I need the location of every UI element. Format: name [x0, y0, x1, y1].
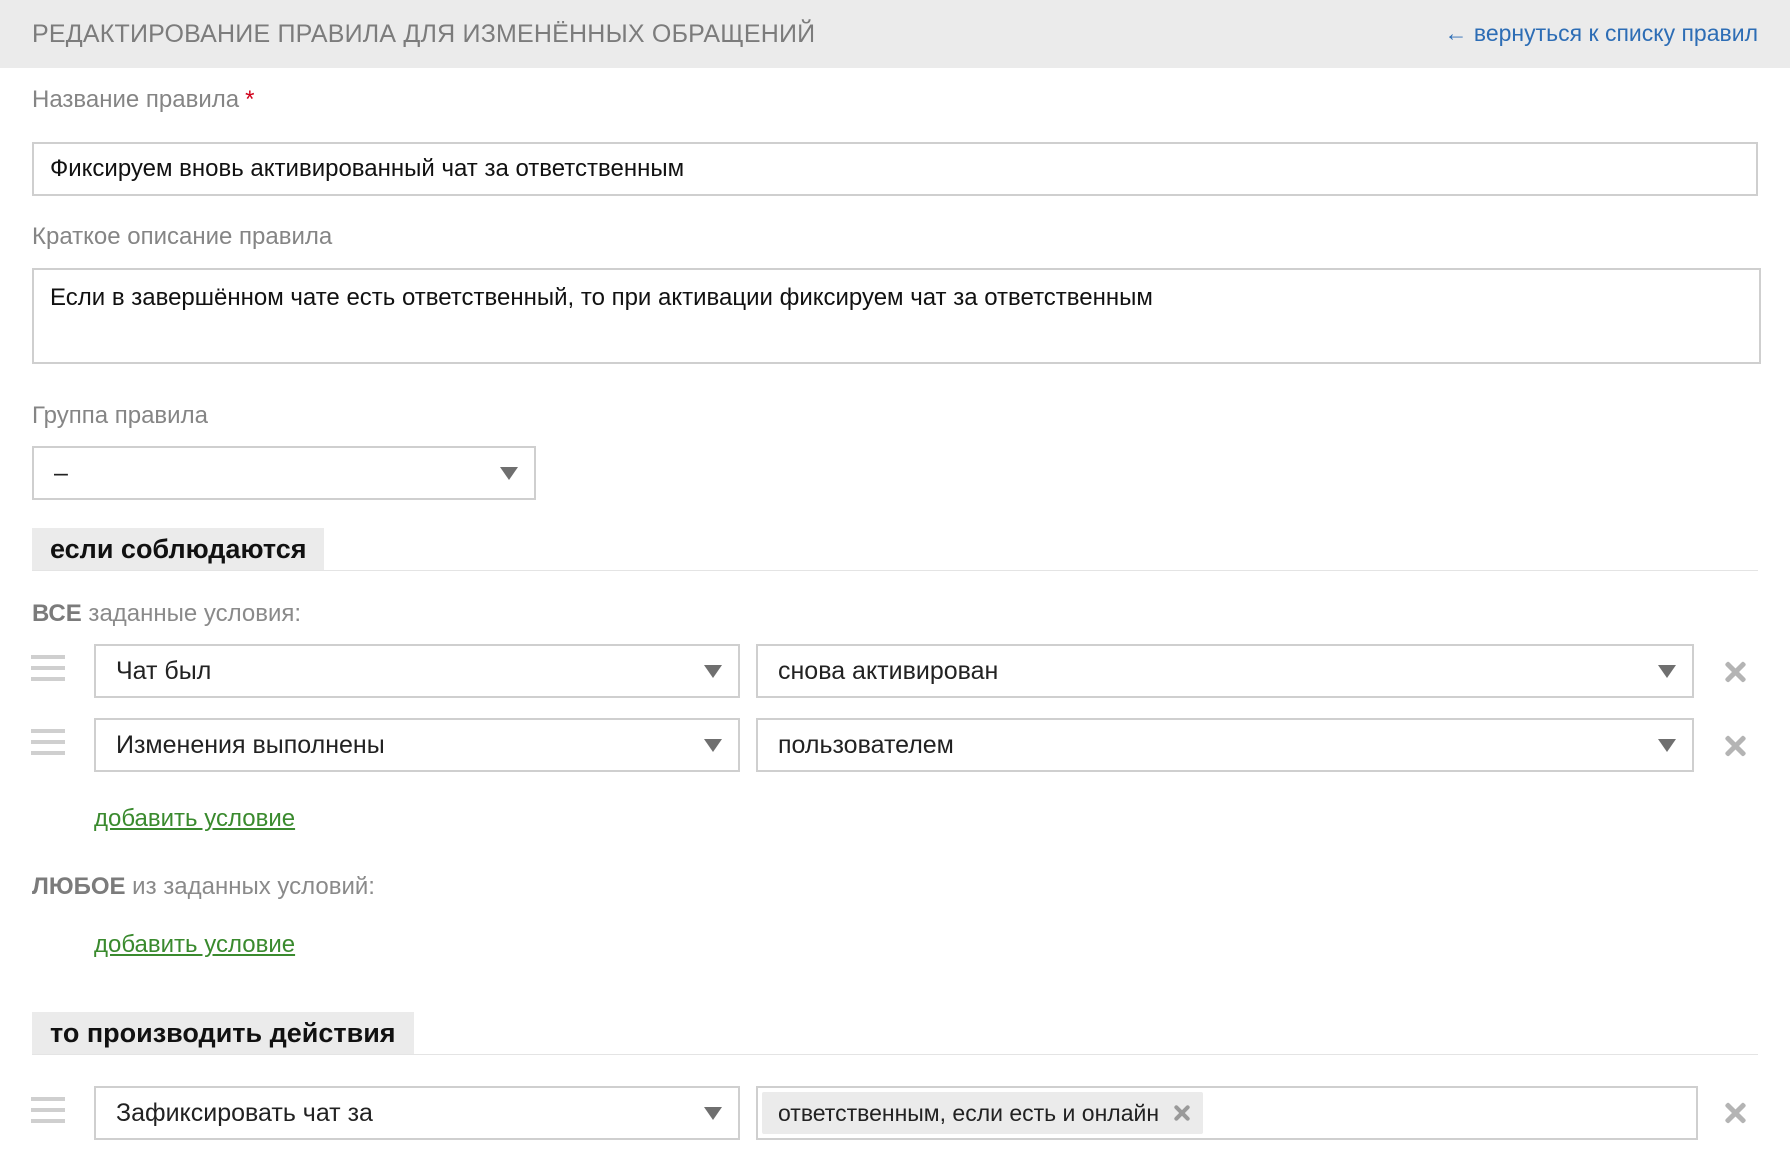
rule-name-label: Название правила *: [32, 86, 254, 114]
any-conditions-label: ЛЮБОЕ из заданных условий:: [32, 873, 375, 901]
condition-field-select[interactable]: Изменения выполнены: [94, 718, 740, 772]
caret-down-icon: [704, 739, 722, 752]
condition-field-value: Чат был: [116, 656, 212, 685]
remove-action-x-icon[interactable]: [1723, 1101, 1747, 1125]
caret-down-icon: [1658, 739, 1676, 752]
rule-description-textarea[interactable]: Если в завершённом чате есть ответственн…: [32, 268, 1761, 364]
action-value-tag-input[interactable]: ответственным, если есть и онлайн: [756, 1086, 1698, 1140]
drag-handle-icon[interactable]: [31, 655, 65, 683]
required-mark: *: [245, 86, 255, 113]
add-any-condition-link[interactable]: добавить условие: [94, 931, 295, 959]
action-field-select[interactable]: Зафиксировать чат за: [94, 1086, 740, 1140]
remove-tag-x-icon[interactable]: [1173, 1104, 1191, 1122]
all-conditions-rest: заданные условия:: [81, 600, 302, 627]
action-value-tag: ответственным, если есть и онлайн: [762, 1092, 1204, 1134]
condition-value-select[interactable]: пользователем: [756, 718, 1694, 772]
conditions-section-title: если соблюдаются: [32, 528, 325, 570]
caret-down-icon: [500, 467, 518, 480]
caret-down-icon: [704, 1107, 722, 1120]
back-to-rules-link[interactable]: ← вернуться к списку правил: [1445, 20, 1759, 47]
rule-description-value: Если в завершённом чате есть ответственн…: [50, 284, 1153, 311]
all-conditions-strong: ВСЕ: [32, 600, 82, 627]
rule-group-value: –: [54, 458, 68, 487]
actions-divider: [32, 1054, 1758, 1055]
action-value-tag-text: ответственным, если есть и онлайн: [778, 1099, 1160, 1126]
rule-name-value: Фиксируем вновь активированный чат за от…: [50, 155, 685, 182]
condition-value-value: пользователем: [778, 730, 954, 759]
add-all-condition-link[interactable]: добавить условие: [94, 805, 295, 833]
actions-section-title: то производить действия: [32, 1012, 414, 1054]
header-bar: РЕДАКТИРОВАНИЕ ПРАВИЛА ДЛЯ ИЗМЕНЁННЫХ ОБ…: [0, 0, 1790, 68]
any-conditions-rest: из заданных условий:: [125, 873, 375, 900]
caret-down-icon: [1658, 665, 1676, 678]
rule-group-select[interactable]: –: [32, 446, 536, 500]
caret-down-icon: [704, 665, 722, 678]
condition-value-select[interactable]: снова активирован: [756, 644, 1694, 698]
rule-description-label: Краткое описание правила: [32, 223, 333, 250]
drag-handle-icon[interactable]: [31, 1097, 65, 1125]
rule-name-input[interactable]: Фиксируем вновь активированный чат за от…: [32, 142, 1758, 196]
rule-group-label: Группа правила: [32, 402, 208, 429]
any-conditions-strong: ЛЮБОЕ: [32, 873, 126, 900]
remove-condition-x-icon[interactable]: [1723, 660, 1747, 684]
remove-condition-x-icon[interactable]: [1723, 734, 1747, 758]
condition-value-value: снова активирован: [778, 656, 999, 685]
page-title: РЕДАКТИРОВАНИЕ ПРАВИЛА ДЛЯ ИЗМЕНЁННЫХ ОБ…: [32, 20, 816, 48]
drag-handle-icon[interactable]: [31, 729, 65, 757]
condition-field-select[interactable]: Чат был: [94, 644, 740, 698]
conditions-divider: [32, 570, 1758, 571]
condition-field-value: Изменения выполнены: [116, 730, 385, 759]
rule-name-label-text: Название правила: [32, 86, 240, 113]
action-field-value: Зафиксировать чат за: [116, 1098, 373, 1127]
all-conditions-label: ВСЕ заданные условия:: [32, 600, 301, 628]
